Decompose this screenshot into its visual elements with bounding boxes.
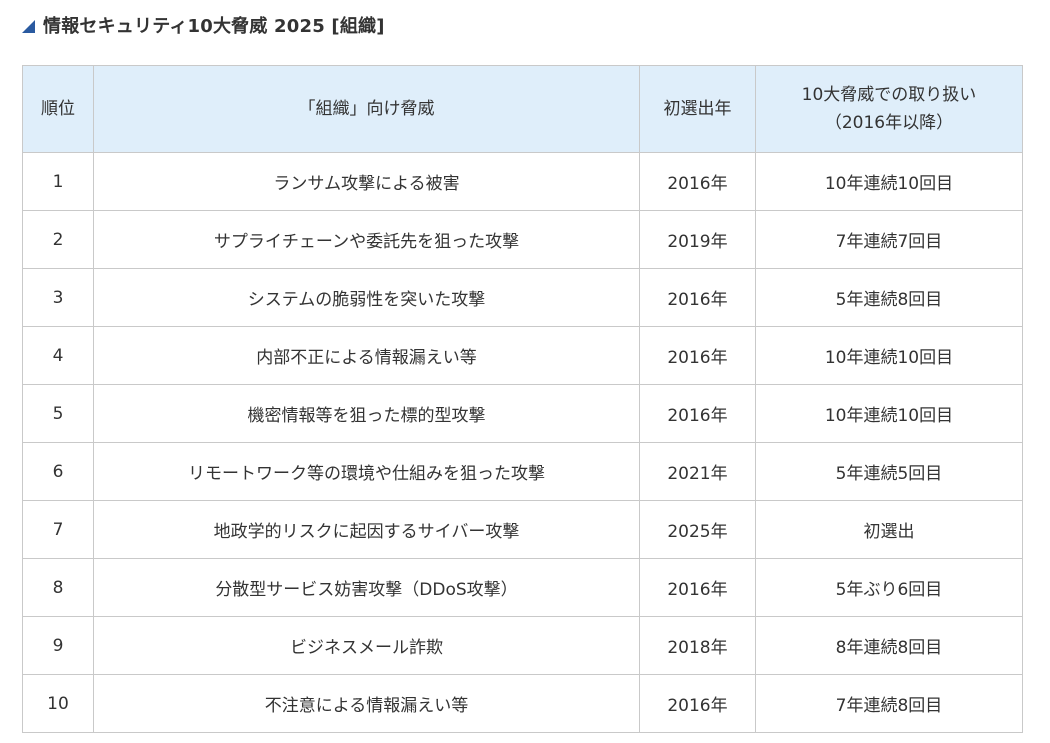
cell-first-year: 2016年 bbox=[639, 384, 756, 443]
table-row: 6 リモートワーク等の環境や仕組みを狙った攻撃 2021年 5年連続5回目 bbox=[22, 442, 1023, 501]
cell-handling: 10年連続10回目 bbox=[755, 326, 1023, 385]
cell-handling: 5年連続8回目 bbox=[755, 268, 1023, 327]
cell-threat: サプライチェーンや委託先を狙った攻撃 bbox=[93, 210, 640, 269]
cell-rank: 4 bbox=[22, 326, 94, 385]
cell-handling: 7年連続8回目 bbox=[755, 674, 1023, 733]
table-header-row: 順位 「組織」向け脅威 初選出年 10大脅威での取り扱い （2016年以降） bbox=[22, 65, 1023, 153]
cell-threat: リモートワーク等の環境や仕組みを狙った攻撃 bbox=[93, 442, 640, 501]
header-handling-line2: （2016年以降） bbox=[824, 113, 954, 133]
triangle-corner-icon bbox=[22, 19, 35, 33]
cell-threat: 不注意による情報漏えい等 bbox=[93, 674, 640, 733]
table-row: 2 サプライチェーンや委託先を狙った攻撃 2019年 7年連続7回目 bbox=[22, 210, 1023, 269]
cell-rank: 3 bbox=[22, 268, 94, 327]
cell-first-year: 2016年 bbox=[639, 674, 756, 733]
cell-handling: 5年ぶり6回目 bbox=[755, 558, 1023, 617]
cell-first-year: 2016年 bbox=[639, 326, 756, 385]
cell-first-year: 2016年 bbox=[639, 558, 756, 617]
table-row: 8 分散型サービス妨害攻撃（DDoS攻撃） 2016年 5年ぶり6回目 bbox=[22, 558, 1023, 617]
cell-threat: ビジネスメール詐欺 bbox=[93, 616, 640, 675]
cell-first-year: 2018年 bbox=[639, 616, 756, 675]
table-row: 5 機密情報等を狙った標的型攻撃 2016年 10年連続10回目 bbox=[22, 384, 1023, 443]
cell-threat: システムの脆弱性を突いた攻撃 bbox=[93, 268, 640, 327]
cell-threat: 機密情報等を狙った標的型攻撃 bbox=[93, 384, 640, 443]
table-row: 9 ビジネスメール詐欺 2018年 8年連続8回目 bbox=[22, 616, 1023, 675]
cell-first-year: 2016年 bbox=[639, 152, 756, 211]
cell-rank: 5 bbox=[22, 384, 94, 443]
table-row: 3 システムの脆弱性を突いた攻撃 2016年 5年連続8回目 bbox=[22, 268, 1023, 327]
table-row: 4 内部不正による情報漏えい等 2016年 10年連続10回目 bbox=[22, 326, 1023, 385]
cell-rank: 10 bbox=[22, 674, 94, 733]
cell-rank: 7 bbox=[22, 500, 94, 559]
header-handling: 10大脅威での取り扱い （2016年以降） bbox=[755, 65, 1023, 153]
cell-rank: 8 bbox=[22, 558, 94, 617]
table-row: 7 地政学的リスクに起因するサイバー攻撃 2025年 初選出 bbox=[22, 500, 1023, 559]
cell-first-year: 2025年 bbox=[639, 500, 756, 559]
cell-handling: 5年連続5回目 bbox=[755, 442, 1023, 501]
cell-first-year: 2019年 bbox=[639, 210, 756, 269]
cell-first-year: 2016年 bbox=[639, 268, 756, 327]
cell-threat: 内部不正による情報漏えい等 bbox=[93, 326, 640, 385]
cell-threat: 分散型サービス妨害攻撃（DDoS攻撃） bbox=[93, 558, 640, 617]
table-row: 10 不注意による情報漏えい等 2016年 7年連続8回目 bbox=[22, 674, 1023, 733]
cell-rank: 6 bbox=[22, 442, 94, 501]
cell-threat: ランサム攻撃による被害 bbox=[93, 152, 640, 211]
page-title: 情報セキュリティ10大脅威 2025 [組織] bbox=[43, 16, 385, 37]
cell-rank: 9 bbox=[22, 616, 94, 675]
cell-first-year: 2021年 bbox=[639, 442, 756, 501]
threats-table: 順位 「組織」向け脅威 初選出年 10大脅威での取り扱い （2016年以降） 1… bbox=[22, 65, 1023, 733]
cell-handling: 初選出 bbox=[755, 500, 1023, 559]
cell-handling: 8年連続8回目 bbox=[755, 616, 1023, 675]
header-threat: 「組織」向け脅威 bbox=[93, 65, 640, 153]
cell-handling: 10年連続10回目 bbox=[755, 384, 1023, 443]
cell-handling: 7年連続7回目 bbox=[755, 210, 1023, 269]
header-first-year: 初選出年 bbox=[639, 65, 756, 153]
cell-rank: 2 bbox=[22, 210, 94, 269]
header-rank: 順位 bbox=[22, 65, 94, 153]
cell-threat: 地政学的リスクに起因するサイバー攻撃 bbox=[93, 500, 640, 559]
table-row: 1 ランサム攻撃による被害 2016年 10年連続10回目 bbox=[22, 152, 1023, 211]
header-handling-line1: 10大脅威での取り扱い bbox=[801, 85, 977, 105]
section-heading: 情報セキュリティ10大脅威 2025 [組織] bbox=[22, 10, 385, 40]
cell-handling: 10年連続10回目 bbox=[755, 152, 1023, 211]
cell-rank: 1 bbox=[22, 152, 94, 211]
